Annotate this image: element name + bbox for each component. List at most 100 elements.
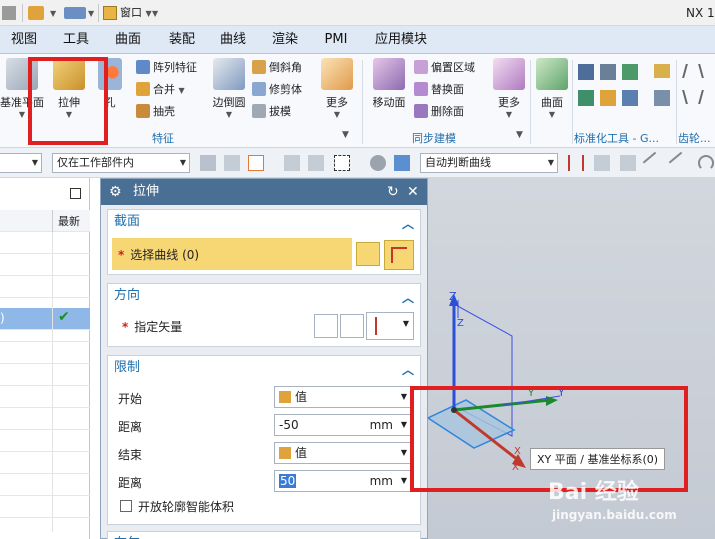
dialog-title-bar[interactable]: ⚙ 拉伸 ↻ ✕ [101,179,427,205]
tab-application[interactable]: 应用模块 [366,26,436,54]
tab-render[interactable]: 渲染 [262,26,308,54]
trim-body-button[interactable]: 修剪体 [252,80,302,100]
chamfer-button[interactable]: 倒斜角 [252,58,302,78]
shell-button[interactable]: 抽壳 [136,102,175,122]
gear-tool-icon[interactable] [682,64,698,78]
tool-icon[interactable] [578,64,594,80]
table-row[interactable] [0,364,90,386]
table-row[interactable] [0,386,90,408]
table-row[interactable] [0,474,90,496]
close-icon[interactable]: ✕ [407,179,419,205]
vector-dialog-icon[interactable] [340,314,364,338]
curve-icon[interactable] [384,240,414,270]
table-row[interactable] [0,452,90,474]
gear-tool-icon[interactable] [698,64,714,78]
delete-face-button[interactable]: 删除面 [414,102,464,122]
curve-rule-select[interactable]: 自动判断曲线 ▼ [420,153,558,173]
pin-icon[interactable] [568,155,584,171]
open-profile-checkbox[interactable] [120,500,132,512]
tab-tools[interactable]: 工具 [50,26,102,54]
table-row-selected[interactable]: ) ✔ [0,308,90,330]
chevron-down-icon[interactable]: ▼ [516,130,523,146]
table-row[interactable] [0,276,90,298]
tab-pmi[interactable]: PMI [314,26,358,54]
tool-icon[interactable] [622,64,638,80]
chevron-down-icon[interactable]: ▼ [88,4,94,22]
edge-blend-button[interactable]: 边倒圆 ▼ [204,58,254,128]
window-icon[interactable] [103,6,117,20]
table-row[interactable] [0,496,90,518]
filter-icon[interactable] [370,155,386,171]
maximize-icon[interactable] [70,188,81,199]
window-menu[interactable]: 窗口 ▼ [120,4,152,22]
tool-icon[interactable] [622,90,638,106]
separator [362,60,363,144]
surface-label: 曲面 [541,96,563,109]
section-header[interactable]: 限制 ︿ [108,356,420,380]
move-face-button[interactable]: 移动面 [364,58,414,128]
table-row[interactable] [0,232,90,254]
snap-icon[interactable] [64,7,86,19]
section-header[interactable]: 截面 ︿ [108,210,420,234]
tool-icon[interactable] [654,64,670,78]
box-select-icon[interactable] [334,155,350,171]
tab-view[interactable]: 视图 [0,26,48,54]
chevron-up-icon[interactable]: ︿ [402,358,414,382]
sketch-section-icon[interactable] [356,242,380,266]
chamfer-label: 倒斜角 [269,61,302,74]
table-row[interactable] [0,342,90,364]
draft-button[interactable]: 拔模 [252,102,291,122]
gear-tool-icon[interactable] [698,90,714,104]
snap-point-icon[interactable] [248,155,264,171]
pattern-feature-button[interactable]: 阵列特征 [136,58,197,78]
arrow-icon[interactable] [594,155,610,171]
app-icon[interactable] [2,6,16,20]
tool-icon[interactable] [600,90,616,106]
unite-button[interactable]: 合并 ▼ [136,80,185,100]
tool-icon[interactable] [578,90,594,106]
line-icon[interactable] [642,151,666,175]
section-header[interactable]: 布尔 [108,532,420,539]
filter-icon[interactable] [200,155,216,171]
surface-button[interactable]: 曲面 ▼ [532,58,572,128]
filter-icon[interactable] [308,155,324,171]
end-distance-input[interactable]: 50 mm ▼ [274,470,412,492]
arc-icon[interactable] [698,155,714,171]
filter-icon[interactable] [620,155,636,171]
folder-icon[interactable] [28,6,44,20]
cube-icon[interactable] [394,155,410,171]
table-row[interactable] [0,430,90,452]
more-sync-button[interactable]: 更多 ▼ [484,58,534,128]
chevron-up-icon[interactable]: ︿ [402,212,414,236]
scope-select[interactable]: 仅在工作部件内 ▼ [52,153,190,173]
select-curve-row[interactable]: * 选择曲线 (0) [112,238,352,270]
gear-icon[interactable]: ⚙ [109,179,122,205]
replace-face-button[interactable]: 替换面 [414,80,464,100]
chevron-down-icon[interactable]: ▼ [152,4,158,22]
line-icon[interactable] [668,151,692,175]
tool-icon[interactable] [654,90,670,106]
vector-type-select[interactable]: ▼ [366,312,414,340]
tool-icon[interactable] [600,64,616,80]
offset-region-button[interactable]: 偏置区域 [414,58,475,78]
chevron-down-icon: ▼ [548,110,556,119]
start-type-select[interactable]: 值 ▼ [274,386,412,408]
more-features-button[interactable]: 更多 ▼ [312,58,362,128]
chevron-down-icon[interactable]: ▼ [50,4,56,22]
table-row[interactable] [0,408,90,430]
chevron-up-icon[interactable]: ︿ [402,286,414,310]
end-type-select[interactable]: 值 ▼ [274,442,412,464]
section-header[interactable]: 方向 ︿ [108,284,420,308]
tab-curve[interactable]: 曲线 [210,26,256,54]
tab-assembly[interactable]: 装配 [158,26,206,54]
filter-icon[interactable] [224,155,240,171]
type-filter-select[interactable]: ▼ [0,153,42,173]
reverse-direction-icon[interactable] [314,314,338,338]
tab-surface[interactable]: 曲面 [104,26,152,54]
filter-icon[interactable] [284,155,300,171]
start-distance-input[interactable]: -50 mm ▼ [274,414,412,436]
chevron-down-icon[interactable]: ▼ [342,130,349,146]
gear-tool-icon[interactable] [682,90,698,104]
reset-icon[interactable]: ↻ [387,179,399,205]
table-row[interactable] [0,254,90,276]
